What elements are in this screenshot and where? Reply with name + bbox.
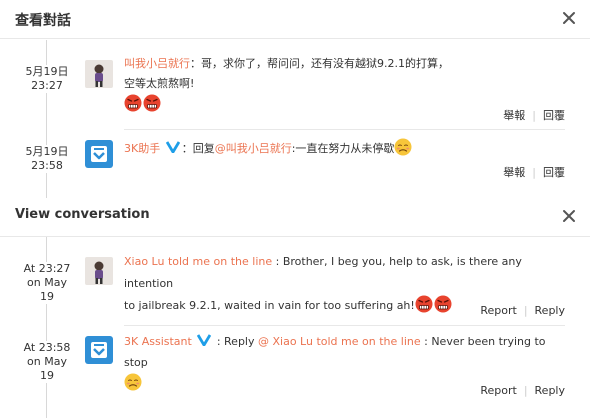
- close-button[interactable]: [560, 9, 578, 27]
- sad-face-emoji: [394, 138, 412, 156]
- verified-v-icon: [165, 141, 180, 153]
- report-link[interactable]: Report: [480, 384, 516, 397]
- message-text: 叫我小吕就行：哥，求你了，帮问问，还有没有越狱9.2.1的打算，空等太煎熬啊!: [124, 54, 454, 115]
- 3k-assistant-avatar[interactable]: [85, 140, 113, 168]
- panel-header: 查看對話: [0, 0, 590, 39]
- reply-link[interactable]: Reply: [535, 304, 565, 317]
- reply-link[interactable]: 回覆: [543, 166, 565, 179]
- item-actions: 舉報 | 回覆: [503, 109, 565, 122]
- report-link[interactable]: Report: [480, 304, 516, 317]
- timestamp: At 23:27 on May 19: [18, 262, 76, 304]
- 3k-assistant-avatar[interactable]: [85, 336, 113, 364]
- close-icon: [563, 210, 575, 222]
- username-link[interactable]: 3K Assistant: [124, 335, 192, 348]
- reply-link[interactable]: Reply: [535, 384, 565, 397]
- timestamp: 5月19日 23:27: [18, 65, 76, 93]
- angry-face-emoji: [124, 94, 142, 112]
- item-actions: Report | Reply: [480, 304, 565, 317]
- item-actions: 舉報 | 回覆: [503, 166, 565, 179]
- user-avatar[interactable]: [85, 257, 113, 285]
- sad-face-emoji: [124, 373, 142, 391]
- timestamp: 5月19日 23:58: [18, 145, 76, 173]
- panel-header: View conversation: [0, 198, 590, 237]
- mention-link[interactable]: @ Xiao Lu told me on the line: [258, 335, 421, 348]
- mention-link[interactable]: @叫我小吕就行: [215, 142, 292, 155]
- divider: [124, 129, 565, 130]
- timestamp: At 23:58 on May 19: [18, 341, 76, 383]
- reply-link[interactable]: 回覆: [543, 109, 565, 122]
- user-avatar[interactable]: [85, 60, 113, 88]
- message-text: 3K助手 ：回复@叫我小吕就行:一直在努力从未停歇: [124, 138, 454, 159]
- report-link[interactable]: 舉報: [503, 166, 525, 179]
- close-button[interactable]: [560, 207, 578, 225]
- close-icon: [563, 12, 575, 24]
- timeline-line: [46, 40, 47, 198]
- panel-title: 查看對話: [15, 13, 71, 29]
- angry-face-emoji: [143, 94, 161, 112]
- item-actions: Report | Reply: [480, 384, 565, 397]
- angry-face-emoji: [434, 295, 452, 313]
- username-link[interactable]: Xiao Lu told me on the line: [124, 255, 272, 268]
- verified-v-icon: [197, 334, 212, 346]
- panel-title: View conversation: [15, 207, 150, 222]
- report-link[interactable]: 舉報: [503, 109, 525, 122]
- angry-face-emoji: [415, 295, 433, 313]
- username-link[interactable]: 3K助手: [124, 142, 160, 155]
- username-link[interactable]: 叫我小吕就行: [124, 57, 190, 70]
- divider: [124, 325, 565, 326]
